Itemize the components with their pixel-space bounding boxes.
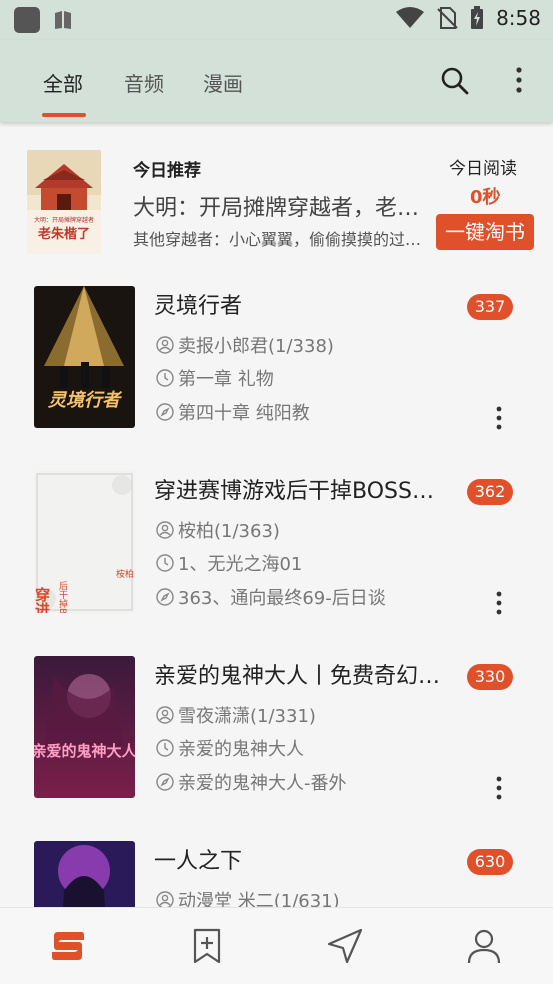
- unread-count-badge: 330: [467, 664, 513, 690]
- status-bar: 8:58: [0, 0, 553, 40]
- book-cover[interactable]: [34, 841, 135, 907]
- svg-text:老朱楷了: 老朱楷了: [37, 226, 90, 242]
- last-read-row: 1、无光之海01: [156, 550, 302, 576]
- book-author: 雪夜潇潇(1/331): [178, 706, 316, 727]
- last-read-row: 第一章 礼物: [156, 365, 274, 391]
- no-sim-icon: [437, 7, 458, 29]
- book-author-row: 动漫堂 米二(1/631): [156, 887, 340, 907]
- book-author-row: 雪夜潇潇(1/331): [156, 702, 316, 728]
- svg-text:穿进赛博游: 穿进赛博游: [34, 586, 51, 613]
- battery-charging-icon: [471, 6, 484, 29]
- more-options-icon[interactable]: [490, 404, 508, 432]
- author-icon: [156, 521, 174, 539]
- unread-count-badge: 362: [467, 479, 513, 505]
- svg-text:亲爱的鬼神大人: 亲爱的鬼神大人: [34, 742, 135, 760]
- last-read-chapter: 第一章 礼物: [178, 369, 274, 390]
- today-reading-time: 0秒: [470, 187, 501, 208]
- book-author: 桉柏(1/363): [178, 521, 280, 542]
- more-menu-icon[interactable]: [503, 64, 535, 96]
- book-cover[interactable]: 穿进赛博游 后干掉BOSS成功上位 桉柏: [34, 471, 135, 613]
- book-cover[interactable]: 灵境行者: [34, 286, 135, 428]
- one-click-find-books-button[interactable]: 一键淘书: [436, 214, 534, 250]
- clock-icon: [156, 554, 174, 572]
- book-title: 灵境行者: [154, 294, 243, 319]
- book-list-item[interactable]: 一人之下 630 动漫堂 米二(1/631): [0, 841, 553, 907]
- book-list-item[interactable]: 亲爱的鬼神大人 亲爱的鬼神大人丨免费奇幻恋爱 330 雪夜潇潇(1/331) 亲…: [0, 656, 553, 841]
- author-icon: [156, 336, 174, 354]
- more-options-icon[interactable]: [490, 774, 508, 802]
- book-title: 穿进赛博游戏后干掉BOSS成功上位: [154, 479, 446, 504]
- latest-chapter-row: 363、通向最终69-后日谈: [156, 584, 386, 610]
- latest-chapter: 亲爱的鬼神大人-番外: [178, 773, 347, 794]
- search-icon[interactable]: [438, 64, 470, 96]
- latest-chapter: 363、通向最终69-后日谈: [178, 588, 386, 609]
- recommendation-cover[interactable]: 大明：开局摊牌穿越者 老朱楷了: [27, 150, 101, 254]
- status-time: 8:58: [496, 6, 541, 30]
- latest-chapter-row: 第四十章 纯阳教: [156, 399, 310, 425]
- unread-count-badge: 337: [467, 294, 513, 320]
- book-list-item[interactable]: 穿进赛博游 后干掉BOSS成功上位 桉柏 穿进赛博游戏后干掉BOSS成功上位 3…: [0, 471, 553, 656]
- wifi-icon: [396, 7, 425, 28]
- bookshelf-icon[interactable]: [48, 926, 88, 966]
- compass-icon: [156, 773, 174, 791]
- clock-icon: [156, 369, 174, 387]
- svg-text:灵境行者: 灵境行者: [48, 390, 123, 411]
- tab-all[interactable]: 全部: [43, 68, 83, 97]
- today-recommendation[interactable]: 大明：开局摊牌穿越者 老朱楷了 今日推荐 大明：开局摊牌穿越者，老朱麻了 其他穿…: [0, 122, 553, 262]
- recommendation-title[interactable]: 大明：开局摊牌穿越者，老朱麻了: [133, 190, 428, 222]
- book-title: 亲爱的鬼神大人丨免费奇幻恋爱: [154, 664, 446, 689]
- book-notification-icon: [55, 11, 71, 29]
- clock-icon: [156, 739, 174, 757]
- more-options-icon[interactable]: [490, 589, 508, 617]
- bottom-navigation: [0, 907, 553, 984]
- book-cover[interactable]: 亲爱的鬼神大人: [34, 656, 135, 798]
- book-author-row: 桉柏(1/363): [156, 517, 280, 543]
- compass-icon: [156, 588, 174, 606]
- book-title: 一人之下: [154, 849, 243, 874]
- tab-audio[interactable]: 音频: [124, 68, 164, 97]
- svg-text:后干掉BOSS成功上位: 后干掉BOSS成功上位: [57, 581, 68, 613]
- author-icon: [156, 706, 174, 724]
- unread-count-badge: 630: [467, 849, 513, 875]
- tab-comics[interactable]: 漫画: [203, 68, 243, 97]
- top-app-bar: 全部 音频 漫画: [0, 40, 553, 122]
- latest-chapter-row: 亲爱的鬼神大人-番外: [156, 769, 347, 795]
- book-author-row: 卖报小郎君(1/338): [156, 332, 334, 358]
- book-list-item[interactable]: 灵境行者 灵境行者 337 卖报小郎君(1/338) 第一章 礼物 第四十章 纯…: [0, 286, 553, 471]
- last-read-chapter: 亲爱的鬼神大人: [178, 739, 304, 760]
- recommendation-label: 今日推荐: [133, 161, 201, 181]
- active-tab-indicator: [42, 113, 86, 117]
- last-read-row: 亲爱的鬼神大人: [156, 735, 304, 761]
- profile-icon[interactable]: [464, 926, 504, 966]
- svg-text:大明：开局摊牌穿越者: 大明：开局摊牌穿越者: [34, 216, 94, 224]
- svg-text:桉柏: 桉柏: [116, 568, 134, 580]
- author-icon: [156, 891, 174, 907]
- add-book-icon[interactable]: [187, 926, 227, 966]
- recommendation-description: 其他穿越者：小心翼翼，偷偷摸摸的过日子: [133, 230, 423, 249]
- book-author: 卖报小郎君(1/338): [178, 336, 334, 357]
- book-author: 动漫堂 米二(1/631): [178, 891, 340, 907]
- today-reading-label: 今日阅读: [449, 159, 517, 179]
- app-notification-icon: [14, 7, 40, 33]
- compass-icon: [156, 403, 174, 421]
- discover-icon[interactable]: [325, 926, 365, 966]
- bookshelf-list: 大明：开局摊牌穿越者 老朱楷了 今日推荐 大明：开局摊牌穿越者，老朱麻了 其他穿…: [0, 122, 553, 907]
- last-read-chapter: 1、无光之海01: [178, 554, 303, 575]
- latest-chapter: 第四十章 纯阳教: [178, 403, 310, 424]
